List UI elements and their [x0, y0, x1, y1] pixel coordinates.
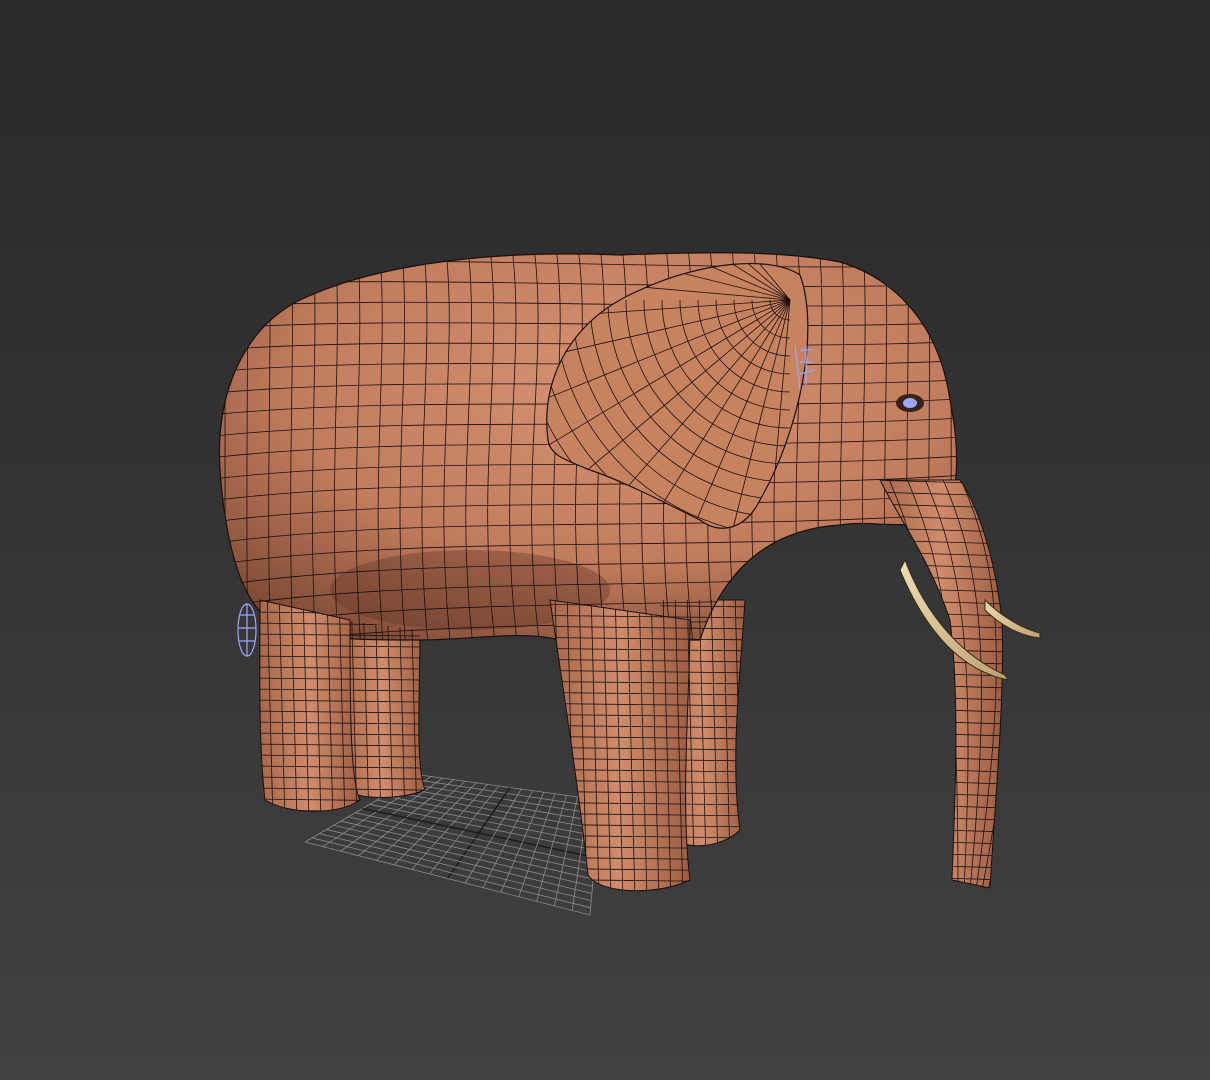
grid-line: [500, 792, 545, 893]
edge-loop: [759, 590, 767, 900]
edge-loop: [250, 898, 760, 904]
edge-loop: [259, 886, 745, 891]
edge-loop: [880, 887, 1003, 888]
edge-loop: [518, 600, 528, 891]
rig-helper-tail: [237, 603, 257, 657]
elephant-trunk: [879, 479, 1004, 889]
elephant-eye: [896, 394, 924, 412]
grid-line: [536, 795, 567, 902]
viewport-scene: [218, 252, 1041, 916]
grid-line: [319, 833, 592, 902]
grid-line: [464, 788, 522, 884]
3d-viewport[interactable]: [0, 0, 1210, 1080]
grid-line: [326, 829, 592, 894]
edge-loop: [747, 590, 755, 900]
grid-line: [304, 841, 591, 916]
